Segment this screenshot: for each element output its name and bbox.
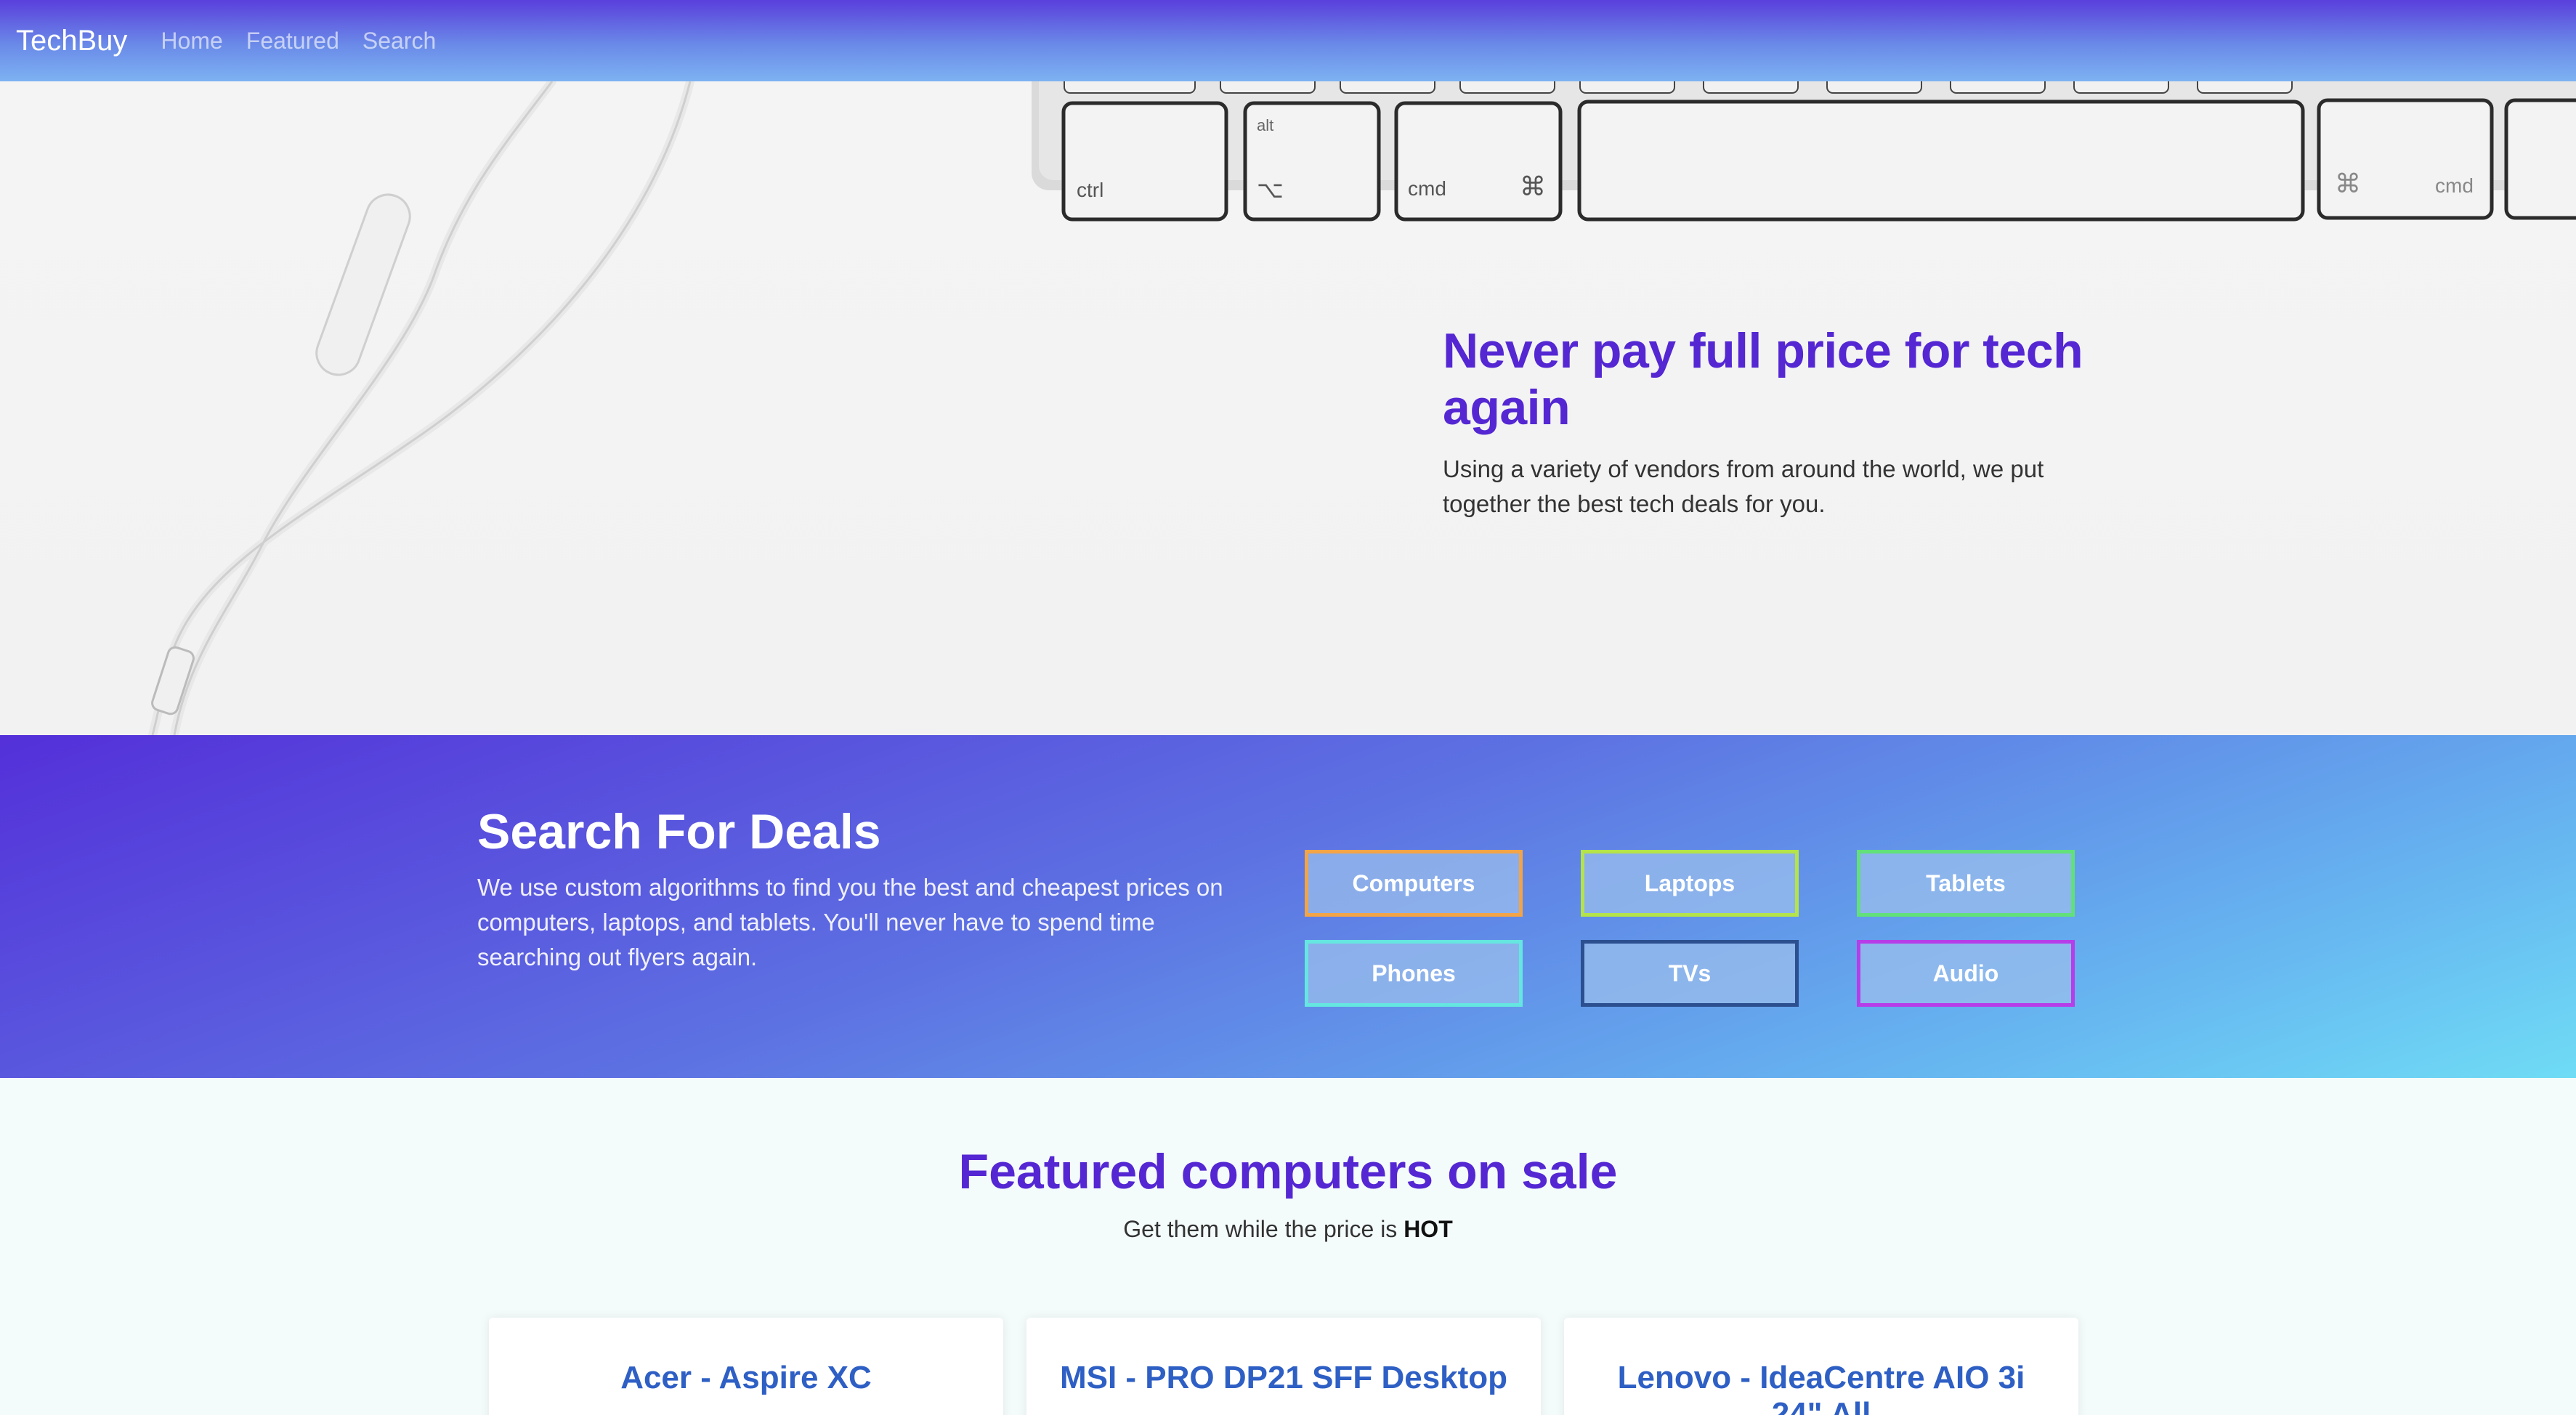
product-card[interactable]: Lenovo - IdeaCentre AIO 3i 24" All [1564, 1318, 2078, 1415]
category-button-audio[interactable]: Audio [1857, 940, 2075, 1007]
product-card-title[interactable]: Lenovo - IdeaCentre AIO 3i 24" All [1618, 1360, 2025, 1415]
featured-subtitle-emphasis: HOT [1404, 1216, 1453, 1242]
category-button-tablets[interactable]: Tablets [1857, 850, 2075, 917]
hero-title: Never pay full price for tech again [1443, 323, 2083, 435]
ctrl-key-label: ctrl [1077, 179, 1104, 201]
cmd-key-left-label: cmd [1408, 177, 1446, 200]
alt-key-label: alt [1257, 116, 1274, 134]
nav-link-home[interactable]: Home [161, 28, 222, 54]
cmd-key-right-symbol: ⌘ [2335, 169, 2361, 198]
featured-subtitle-text: Get them while the price is [1123, 1216, 1404, 1242]
featured-section: Featured computers on sale Get them whil… [0, 1078, 2576, 1415]
option-key-symbol: ⌥ [1257, 177, 1284, 203]
product-card[interactable]: MSI - PRO DP21 SFF Desktop [1026, 1318, 1541, 1415]
featured-subtitle: Get them while the price is HOT [0, 1216, 2576, 1243]
product-card-title[interactable]: Acer - Aspire XC [620, 1360, 872, 1395]
hero-subtitle: Using a variety of vendors from around t… [1443, 455, 2044, 517]
category-button-computers[interactable]: Computers [1305, 850, 1523, 917]
search-deals-title: Search For Deals [477, 804, 881, 859]
product-card[interactable]: Acer - Aspire XC [489, 1318, 1003, 1415]
search-deals-description: We use custom algorithms to find you the… [477, 874, 1223, 970]
cmd-key-left [1394, 101, 1563, 222]
nav-link-featured[interactable]: Featured [246, 28, 339, 54]
spacebar-key [1577, 100, 2305, 222]
ctrl-key [1061, 101, 1228, 222]
product-card-title[interactable]: MSI - PRO DP21 SFF Desktop [1060, 1360, 1507, 1395]
search-deals-section: Search For Deals We use custom algorithm… [0, 735, 2576, 1078]
category-button-phones[interactable]: Phones [1305, 940, 1523, 1007]
brand-logo[interactable]: TechBuy [16, 25, 127, 57]
cmd-key-left-symbol: ⌘ [1520, 171, 1546, 201]
cmd-key-right-label: cmd [2435, 174, 2474, 197]
cmd-key-right [2317, 98, 2494, 220]
nav-link-search[interactable]: Search [362, 28, 436, 54]
featured-title: Featured computers on sale [958, 1144, 1618, 1199]
category-button-tvs[interactable]: TVs [1581, 940, 1799, 1007]
category-button-laptops[interactable]: Laptops [1581, 850, 1799, 917]
keyboard-earphones-image [148, 81, 2576, 735]
hero-content: Never pay full price for tech again Usin… [1443, 323, 2097, 522]
hero-section: ctrl alt ⌥ cmd ⌘ ⌘ cmd Never pay full pr… [0, 81, 2576, 735]
top-navbar: TechBuy Home Featured Search [0, 0, 2576, 81]
